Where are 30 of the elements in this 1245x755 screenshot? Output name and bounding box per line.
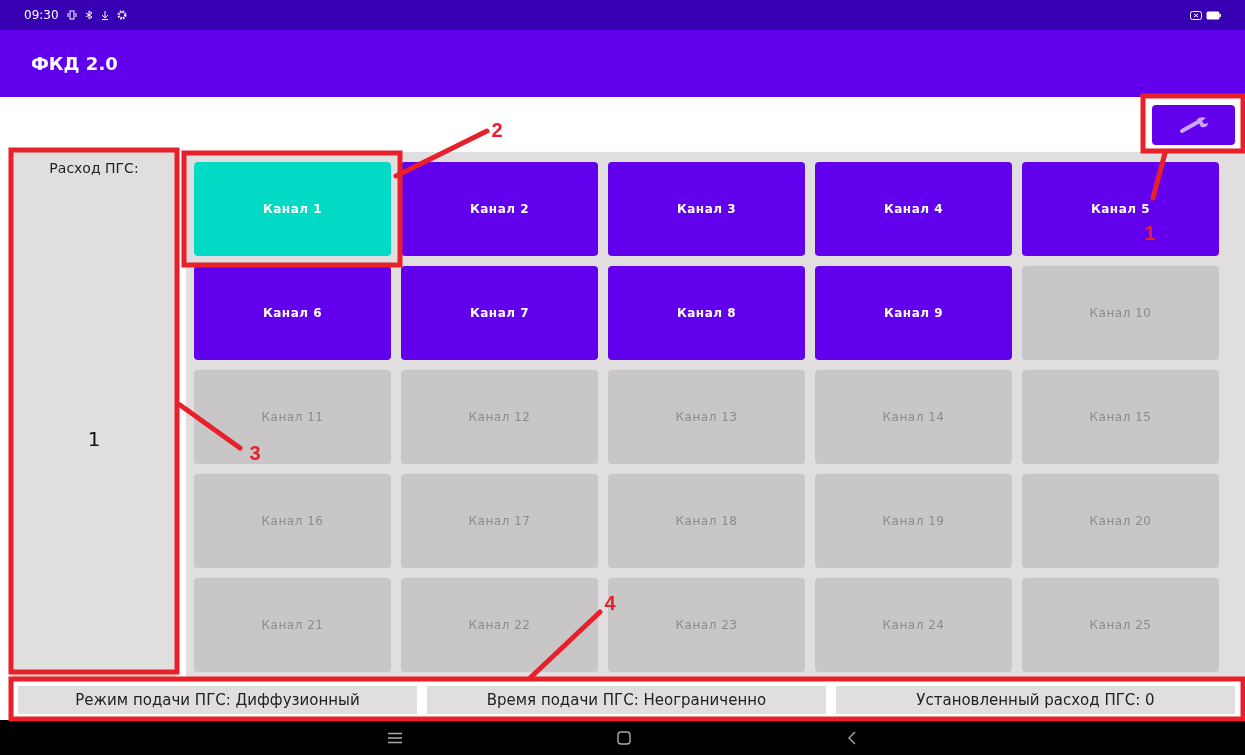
notification-icon xyxy=(1190,10,1202,20)
channel-button[interactable]: Канал 9 xyxy=(815,266,1012,360)
flow-label: Расход ПГС: xyxy=(49,159,139,178)
channel-button[interactable]: Канал 7 xyxy=(401,266,598,360)
download-icon xyxy=(100,10,109,20)
channel-button[interactable]: Канал 8 xyxy=(608,266,805,360)
app-title: ФКД 2.0 xyxy=(31,52,118,76)
back-icon[interactable] xyxy=(847,730,858,745)
gear-icon xyxy=(116,10,127,20)
annotation-number: 2 xyxy=(491,119,503,141)
channel-button[interactable]: Канал 2 xyxy=(401,162,598,256)
info-field: Время подачи ПГС: Неограниченно xyxy=(427,686,826,714)
clock-time: 09:30 xyxy=(24,7,59,24)
leader-line xyxy=(1150,150,1168,201)
flow-value: 1 xyxy=(87,426,101,453)
home-icon[interactable] xyxy=(617,730,632,745)
bluetooth-icon xyxy=(84,10,93,20)
info-field: Установленный расход ПГС: 0 xyxy=(836,686,1235,714)
channel-button[interactable]: Канал 4 xyxy=(815,162,1012,256)
annotation-number: 3 xyxy=(249,442,261,464)
vibrate-icon xyxy=(66,10,77,20)
settings-button[interactable] xyxy=(1152,104,1235,145)
channel-button[interactable]: Канал 1 xyxy=(194,162,391,256)
menu-icon[interactable] xyxy=(387,731,402,744)
battery-icon xyxy=(1206,10,1221,20)
info-field: Режим подачи ПГС: Диффузионный xyxy=(18,686,417,714)
channel-button[interactable]: Канал 6 xyxy=(194,266,391,360)
annotation-number: 1 xyxy=(1144,222,1156,244)
channel-button[interactable]: Канал 3 xyxy=(608,162,805,256)
leader-line xyxy=(177,402,243,451)
